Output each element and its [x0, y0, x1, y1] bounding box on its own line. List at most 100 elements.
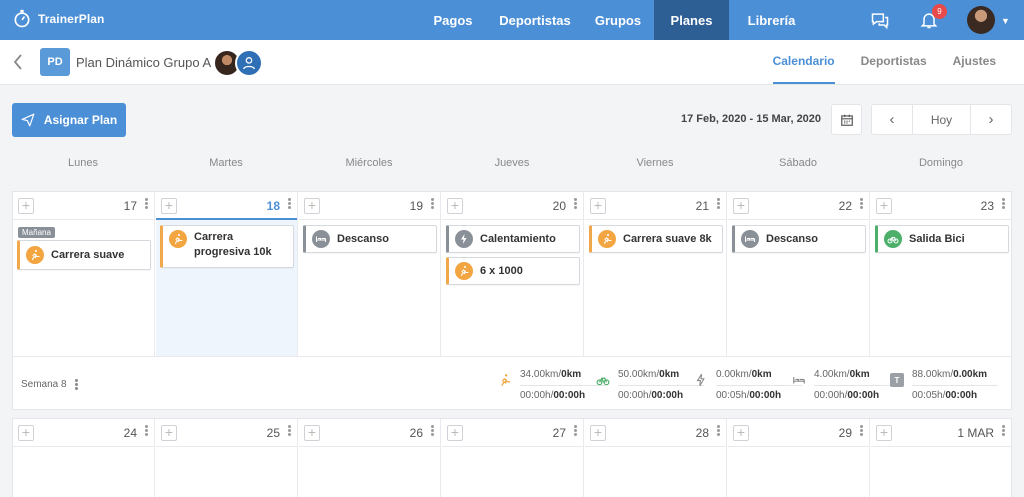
rest-distance-plan: 0km	[849, 369, 870, 380]
nav-deportistas[interactable]: Deportistas	[488, 0, 582, 40]
more-options-icon[interactable]	[574, 424, 578, 437]
session-card[interactable]: Calentamiento	[446, 225, 580, 253]
more-options-icon[interactable]	[431, 197, 435, 210]
stopwatch-icon	[14, 9, 30, 28]
main-nav: Pagos Deportistas Grupos Planes Librería	[418, 0, 814, 40]
day-cell[interactable]: +1 MAR	[871, 419, 1011, 497]
tab-ajustes[interactable]: Ajustes	[953, 40, 996, 84]
more-options-icon[interactable]	[1002, 424, 1006, 437]
weekday-wednesday: Miércoles	[345, 157, 393, 169]
next-period-button[interactable]: ›	[971, 105, 1011, 134]
prev-period-button[interactable]: ‹	[872, 105, 912, 134]
session-card[interactable]: Descanso	[732, 225, 866, 253]
total-distance-plan: 0.00km	[953, 369, 988, 380]
chevron-down-icon[interactable]: ▼	[1001, 16, 1010, 26]
bike-time-plan: 00:00h	[651, 390, 684, 401]
add-session-icon[interactable]: +	[733, 425, 749, 441]
add-session-icon[interactable]: +	[447, 425, 463, 441]
session-title: Salida Bici	[909, 233, 965, 245]
day-number: 26	[409, 426, 423, 440]
day-number: 17	[123, 199, 137, 213]
add-session-icon[interactable]: +	[161, 425, 177, 441]
day-cell[interactable]: +25	[156, 419, 298, 497]
run-time: 00:00h/	[520, 390, 554, 401]
bike-distance-plan: 0km	[659, 369, 680, 380]
day-number: 25	[266, 426, 280, 440]
day-cell[interactable]: +19 Descanso	[299, 192, 441, 356]
bed-icon	[741, 230, 759, 248]
user-avatar[interactable]	[967, 6, 995, 34]
chat-icon[interactable]	[870, 10, 890, 35]
calendar-picker-button[interactable]	[831, 104, 862, 135]
day-cell[interactable]: +24	[13, 419, 155, 497]
nav-planes[interactable]: Planes	[654, 0, 729, 40]
add-session-icon[interactable]: +	[876, 425, 892, 441]
add-session-icon[interactable]: +	[447, 198, 463, 214]
assign-plan-label: Asignar Plan	[43, 113, 118, 127]
day-number: 18	[266, 199, 280, 213]
add-session-icon[interactable]: +	[18, 198, 34, 214]
session-title: Descanso	[337, 233, 389, 245]
day-cell[interactable]: +27	[442, 419, 584, 497]
date-pager: ‹ Hoy ›	[871, 104, 1012, 135]
week-options-icon[interactable]	[74, 378, 78, 391]
day-cell[interactable]: +17 Mañana Carrera suave	[13, 192, 155, 356]
running-icon	[598, 230, 616, 248]
assign-plan-button[interactable]: Asignar Plan	[12, 103, 126, 137]
day-cell[interactable]: +29	[728, 419, 870, 497]
session-card[interactable]: Carrera suave 8k	[589, 225, 723, 253]
session-title: Calentamiento	[480, 233, 556, 245]
brand-logo[interactable]: TrainerPlan	[12, 9, 104, 29]
day-number: 23	[980, 199, 994, 213]
nav-grupos[interactable]: Grupos	[582, 0, 654, 40]
add-session-icon[interactable]: +	[304, 198, 320, 214]
day-number: 1 MAR	[957, 426, 994, 440]
add-session-icon[interactable]: +	[876, 198, 892, 214]
plan-tabs: Calendario Deportistas Ajustes	[772, 40, 996, 84]
more-options-icon[interactable]	[145, 197, 149, 210]
more-options-icon[interactable]	[288, 424, 292, 437]
more-options-icon[interactable]	[145, 424, 149, 437]
add-session-icon[interactable]: +	[161, 198, 177, 214]
more-options-icon[interactable]	[717, 424, 721, 437]
notifications-bell-icon[interactable]: 9	[919, 4, 947, 36]
more-options-icon[interactable]	[717, 197, 721, 210]
running-icon	[169, 230, 187, 248]
day-cell[interactable]: +23 Salida Bici	[871, 192, 1011, 356]
tab-deportistas[interactable]: Deportistas	[861, 40, 927, 84]
week-row: +24 +25 +26 +27 +28 +29 +1 MAR	[12, 418, 1012, 497]
back-arrow-icon[interactable]	[12, 53, 24, 74]
add-session-icon[interactable]: +	[18, 425, 34, 441]
warmup-distance: 0.00km/	[716, 369, 752, 380]
more-options-icon[interactable]	[288, 197, 292, 210]
add-session-icon[interactable]: +	[304, 425, 320, 441]
day-cell[interactable]: +28	[585, 419, 727, 497]
session-card[interactable]: Carrera progresiva 10k	[160, 225, 294, 268]
day-cell[interactable]: +20 Calentamiento 6 x 1000	[442, 192, 584, 356]
session-title: Carrera suave 8k	[623, 233, 712, 245]
today-button[interactable]: Hoy	[912, 105, 971, 134]
nav-libreria[interactable]: Librería	[729, 0, 814, 40]
more-options-icon[interactable]	[1002, 197, 1006, 210]
tab-calendario[interactable]: Calendario	[772, 40, 835, 84]
add-session-icon[interactable]: +	[733, 198, 749, 214]
add-session-icon[interactable]: +	[590, 198, 606, 214]
weekday-saturday: Sábado	[779, 157, 817, 169]
more-options-icon[interactable]	[860, 197, 864, 210]
session-card[interactable]: Descanso	[303, 225, 437, 253]
session-card[interactable]: 6 x 1000	[446, 257, 580, 285]
more-options-icon[interactable]	[574, 197, 578, 210]
session-card[interactable]: Carrera suave	[17, 240, 151, 270]
warmup-time-plan: 00:00h	[749, 390, 782, 401]
add-session-icon[interactable]: +	[590, 425, 606, 441]
session-card[interactable]: Salida Bici	[875, 225, 1009, 253]
athlete-placeholder-avatar[interactable]	[235, 49, 263, 77]
day-cell-today[interactable]: +18 Carrera progresiva 10k	[156, 192, 298, 356]
day-cell[interactable]: +26	[299, 419, 441, 497]
nav-pagos[interactable]: Pagos	[418, 0, 488, 40]
more-options-icon[interactable]	[431, 424, 435, 437]
run-distance: 34.00km/	[520, 369, 562, 380]
day-cell[interactable]: +22 Descanso	[728, 192, 870, 356]
more-options-icon[interactable]	[860, 424, 864, 437]
day-cell[interactable]: +21 Carrera suave 8k	[585, 192, 727, 356]
